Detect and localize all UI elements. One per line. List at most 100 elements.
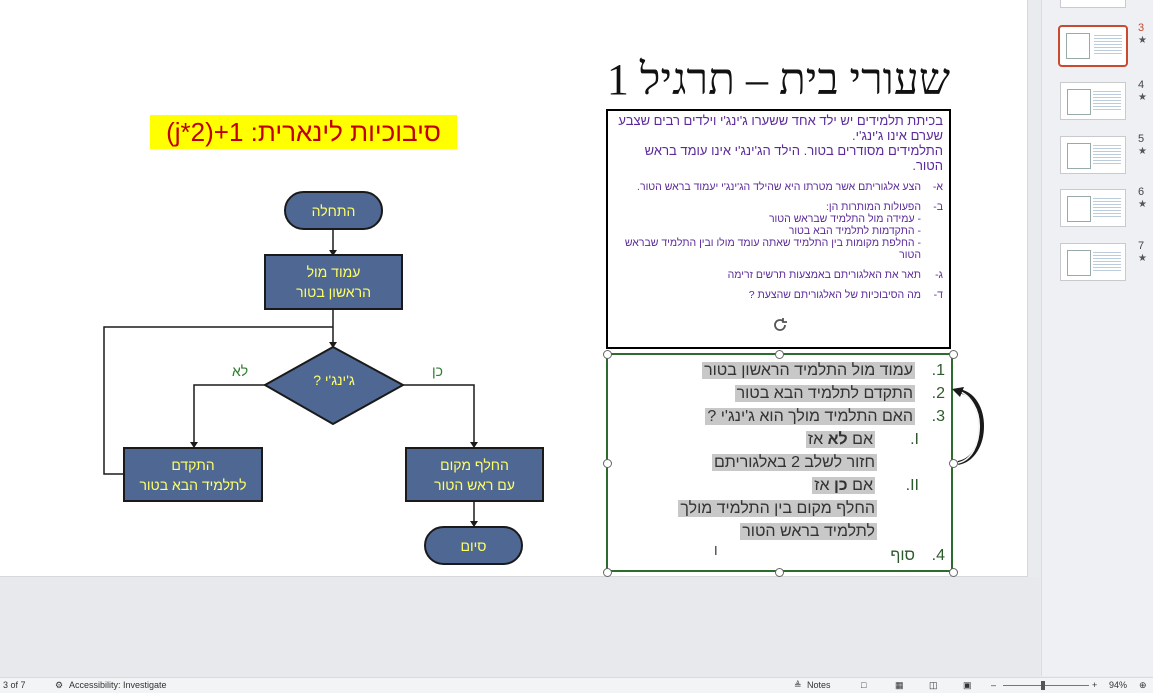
task-item-body: הפעולות המותרות הן: - עמידה מול התלמיד שב… [614, 201, 921, 261]
resize-handle[interactable] [949, 350, 958, 359]
algo-step-number: 4. [931, 547, 945, 564]
algo-text-part: אם [847, 477, 873, 494]
task-item-key: ב- [933, 201, 943, 213]
zoom-slider[interactable] [1003, 685, 1089, 686]
slide-thumbnail[interactable] [1060, 0, 1126, 8]
slide-thumbnail[interactable] [1058, 25, 1128, 67]
flow-yes-label: כן [432, 363, 443, 379]
slide-thumbnail-number: 4 [1138, 79, 1145, 91]
algo-step-text[interactable]: עמוד מול התלמיד הראשון בטור [702, 360, 915, 382]
algo-step-text[interactable]: חזור לשלב 2 באלגוריתם [711, 452, 877, 474]
slide-thumbnail[interactable] [1060, 82, 1126, 120]
task-item-key: א- [932, 181, 943, 193]
task-item-line: הצע אלגוריתם אשר מטרתו היא שהילד הג'ינג'… [637, 181, 921, 193]
selected-text: חזור לשלב 2 באלגוריתם [711, 454, 877, 471]
selected-text: האם התלמיד מולך הוא ג'ינג'י ? [705, 408, 915, 425]
task-item-body: מה הסיבוכיות של האלגוריתם שהצעת ? [749, 289, 921, 301]
animation-star-icon: ★ [1138, 199, 1147, 210]
flow-decision-label: ג'ינג'י ? [313, 372, 355, 388]
algo-step-text[interactable]: סוף [890, 545, 915, 567]
editor-background [0, 577, 1040, 677]
slide-sorter-icon[interactable]: ▦ [895, 680, 904, 691]
animation-star-icon: ★ [1138, 92, 1147, 103]
zoom-slider-thumb[interactable] [1041, 681, 1045, 690]
algo-step-number: II. [905, 477, 919, 494]
resize-handle[interactable] [603, 350, 612, 359]
notes-icon[interactable]: ≜ [794, 680, 802, 691]
animation-star-icon: ★ [1138, 253, 1147, 264]
resize-handle[interactable] [603, 459, 612, 468]
zoom-level[interactable]: 94% [1109, 680, 1127, 690]
algo-step-text[interactable]: אם כן אז [812, 475, 875, 497]
task-item-line: - עמידה מול התלמיד שבראש הטור [768, 213, 921, 225]
algo-step-number: I. [910, 431, 919, 448]
selected-text: אם כן אז [812, 477, 875, 494]
zoom-in-icon[interactable]: + [1092, 680, 1097, 690]
accessibility-icon[interactable]: ⚙ [55, 680, 63, 691]
algo-text-part: אז [814, 477, 834, 494]
notes-button[interactable]: Notes [807, 680, 831, 690]
task-item-body: הצע אלגוריתם אשר מטרתו היא שהילד הג'ינג'… [637, 181, 921, 193]
status-bar: 3 of 7 ⚙ Accessibility: Investigate ≜ No… [0, 677, 1153, 693]
animation-star-icon: ★ [1138, 35, 1147, 46]
task-item: ב- הפעולות המותרות הן: - עמידה מול התלמיד … [614, 201, 943, 261]
algo-text-part: אז [807, 431, 828, 448]
task-item-line: תאר את האלגוריתם באמצעות תרשים זרימה [727, 269, 921, 281]
algo-step-text[interactable]: האם התלמיד מולך הוא ג'ינג'י ? [705, 406, 915, 428]
task-item-line: מה הסיבוכיות של האלגוריתם שהצעת ? [748, 289, 921, 301]
algo-step-number: 1. [931, 362, 945, 379]
task-item-key: ד- [933, 289, 943, 301]
algo-text-part: אם [847, 431, 873, 448]
slide-thumbnail-number: 6 [1138, 186, 1145, 198]
task-item-line: - החלפת מקומות בין התלמיד שאתה עומד מולו… [624, 237, 921, 261]
flow-swap[interactable]: החלף מקום עם ראש הטור [405, 447, 544, 502]
slide-thumbnail[interactable] [1060, 243, 1126, 281]
normal-view-icon[interactable]: □ [861, 680, 866, 690]
resize-handle[interactable] [949, 568, 958, 577]
selected-text: לתלמיד בראש הטור [740, 523, 877, 540]
slide-thumbnail-number: 3 [1138, 22, 1145, 34]
resize-handle[interactable] [775, 350, 784, 359]
flow-stand-first[interactable]: עמוד מול הראשון בטור [264, 254, 403, 310]
task-item: א- הצע אלגוריתם אשר מטרתו היא שהילד הג'ינ… [614, 181, 943, 193]
algorithm-text-box[interactable]: 1. עמוד מול התלמיד הראשון בטור 2. התקדם לתל… [606, 353, 953, 572]
algo-step-text[interactable]: לתלמיד בראש הטור [740, 521, 877, 543]
selected-text: עמוד מול התלמיד הראשון בטור [702, 362, 915, 379]
task-item-body: תאר את האלגוריתם באמצעות תרשים זרימה [728, 269, 921, 281]
accessibility-status[interactable]: Accessibility: Investigate [69, 680, 167, 690]
slide-counter: 3 of 7 [3, 680, 26, 690]
resize-handle[interactable] [775, 568, 784, 577]
algo-step-text[interactable]: החלף מקום בין התלמיד מולך [678, 498, 877, 520]
resize-handle[interactable] [603, 568, 612, 577]
slideshow-icon[interactable]: ▣ [963, 680, 972, 691]
zoom-out-icon[interactable]: – [991, 680, 996, 690]
task-item-key: ג- [935, 269, 943, 281]
text-cursor-icon: I [714, 543, 718, 558]
algo-text-bold: כן [833, 477, 848, 494]
task-intro-line: התלמידים מסודרים בטור. הילד הג'ינג'י אינ… [644, 143, 943, 173]
selected-text: סוף [890, 547, 915, 564]
selected-text: אם לא אז [805, 431, 875, 448]
slide-thumbnail[interactable] [1060, 136, 1126, 174]
flow-no-label: לא [232, 363, 249, 379]
algo-text-bold: לא [827, 431, 848, 448]
rotate-handle-icon[interactable] [771, 316, 789, 334]
task-item-line: הפעולות המותרות הן: [825, 201, 921, 213]
fit-to-window-icon[interactable]: ⊕ [1139, 680, 1147, 691]
task-item-line: - התקדמות לתלמיד הבא בטור [788, 225, 921, 237]
algo-step-number: 2. [931, 385, 945, 402]
loop-back-arrow-icon[interactable] [950, 385, 990, 470]
task-text-box[interactable]: בכיתת תלמידים יש ילד אחד ששערו ג'ינג'י ו… [606, 109, 951, 349]
slide-thumbnail[interactable] [1060, 189, 1126, 227]
task-item: ד- מה הסיבוכיות של האלגוריתם שהצעת ? [614, 289, 943, 301]
task-intro-line: בכיתת תלמידים יש ילד אחד ששערו ג'ינג'י ו… [618, 113, 943, 143]
reading-view-icon[interactable]: ◫ [929, 680, 938, 691]
algo-step-text[interactable]: התקדם לתלמיד הבא בטור [734, 383, 915, 405]
slide-thumbnail-number: 7 [1138, 240, 1145, 252]
slide-title[interactable]: שעורי בית – תרגיל 1 [600, 54, 950, 105]
flow-end[interactable]: סיום [424, 526, 523, 565]
animation-star-icon: ★ [1138, 146, 1147, 157]
algo-step-text[interactable]: אם לא אז [805, 429, 875, 451]
flow-advance[interactable]: התקדם לתלמיד הבא בטור [123, 447, 263, 502]
flow-start[interactable]: התחלה [284, 191, 383, 230]
